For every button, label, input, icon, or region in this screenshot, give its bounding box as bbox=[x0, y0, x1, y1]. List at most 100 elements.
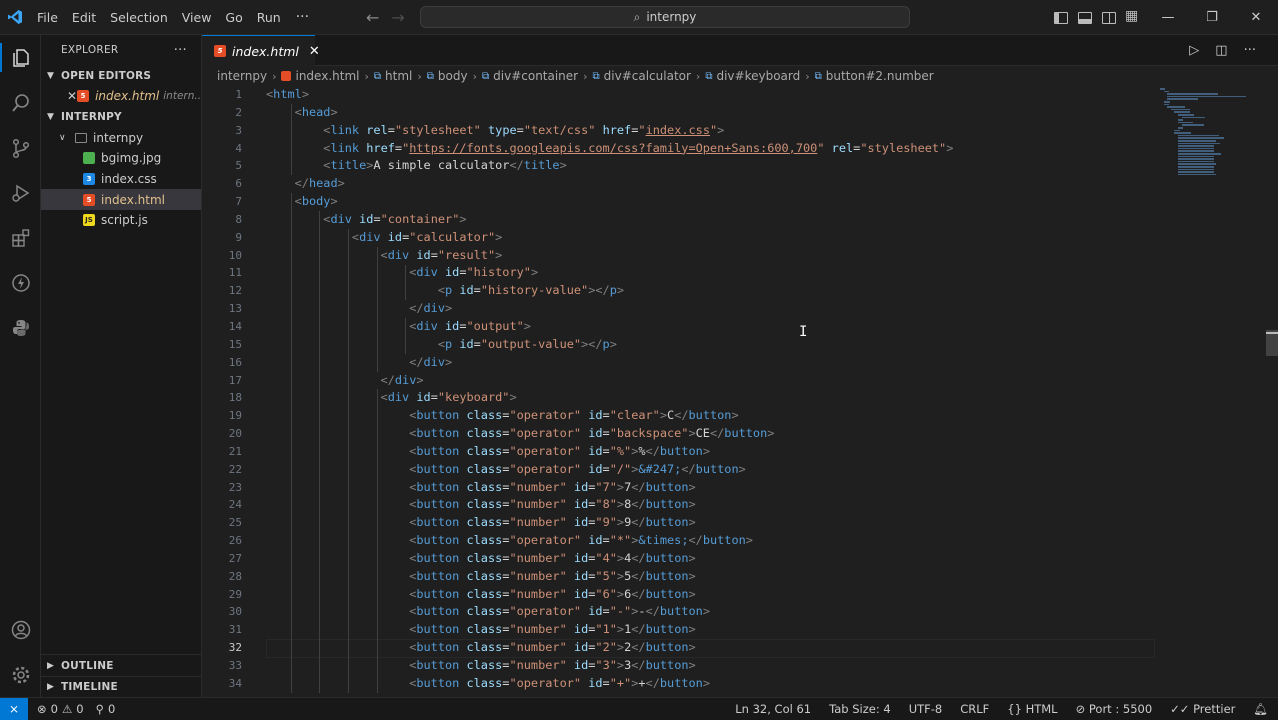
code-line[interactable]: <button class="number" id="4">4</button> bbox=[266, 550, 1166, 568]
end-of-line[interactable]: CRLF bbox=[960, 702, 989, 716]
code-line[interactable]: <button class="number" id="7">7</button> bbox=[266, 479, 1166, 497]
code-line[interactable]: </div> bbox=[266, 372, 1166, 390]
outline-section[interactable]: ▶ OUTLINE bbox=[41, 655, 201, 676]
breadcrumb-item[interactable]: body bbox=[438, 69, 468, 83]
menu-view[interactable]: View bbox=[175, 0, 219, 35]
code-line[interactable]: <button class="number" id="5">5</button> bbox=[266, 568, 1166, 586]
tab-index-html[interactable]: 5 index.html ✕ bbox=[202, 35, 320, 66]
file-item-index-html[interactable]: 5 index.html bbox=[41, 189, 201, 210]
code-line[interactable]: <button class="operator" id="-">-</butto… bbox=[266, 603, 1166, 621]
breadcrumb-item[interactable]: internpy bbox=[217, 69, 267, 83]
live-server-port[interactable]: ⊘ Port : 5500 bbox=[1076, 702, 1153, 716]
code-line[interactable]: </div> bbox=[266, 354, 1166, 372]
python-icon[interactable] bbox=[0, 305, 41, 350]
minimap[interactable] bbox=[1160, 86, 1260, 186]
code-line[interactable]: <title>A simple calculator</title> bbox=[266, 157, 1166, 175]
code-line[interactable]: <button class="operator" id="backspace">… bbox=[266, 425, 1166, 443]
remote-indicator-icon[interactable]: ⨯ bbox=[0, 698, 28, 720]
minimize-icon[interactable]: — bbox=[1146, 0, 1190, 35]
code-line[interactable]: <button class="number" id="1">1</button> bbox=[266, 621, 1166, 639]
open-editor-item[interactable]: ✕ 5 index.html intern... bbox=[41, 86, 201, 107]
breadcrumb-item[interactable]: html bbox=[385, 69, 412, 83]
code-line[interactable]: </head> bbox=[266, 175, 1166, 193]
code-lines[interactable]: <html> <head> <link rel="stylesheet" typ… bbox=[266, 86, 1166, 693]
account-icon[interactable] bbox=[0, 607, 41, 652]
live-share-icon[interactable] bbox=[0, 260, 41, 305]
file-item-script-js[interactable]: JS script.js bbox=[41, 210, 201, 231]
code-line[interactable]: <div id="calculator"> bbox=[266, 229, 1166, 247]
close-window-icon[interactable]: ✕ bbox=[1234, 0, 1278, 35]
command-center-search[interactable]: ⌕ internpy bbox=[420, 6, 910, 28]
code-line[interactable]: <button class="operator" id="*">&times;<… bbox=[266, 532, 1166, 550]
code-line[interactable]: <div id="history"> bbox=[266, 264, 1166, 282]
menu-go[interactable]: Go bbox=[218, 0, 249, 35]
editor-more-icon[interactable]: ··· bbox=[1244, 43, 1256, 58]
code-line[interactable]: </div> bbox=[266, 300, 1166, 318]
code-line[interactable]: <link rel="stylesheet" type="text/css" h… bbox=[266, 122, 1166, 140]
notifications-bell-icon[interactable]: 🔔︎ bbox=[1253, 702, 1268, 716]
code-line[interactable]: <head> bbox=[266, 104, 1166, 122]
breadcrumb-item[interactable]: div#container bbox=[493, 69, 578, 83]
split-editor-icon[interactable]: ◫ bbox=[1215, 43, 1227, 58]
code-line[interactable]: <button class="operator" id="/">&#247;</… bbox=[266, 461, 1166, 479]
back-arrow-icon[interactable]: ← bbox=[366, 8, 379, 27]
problems-indicator[interactable]: ⊗ 0 ⚠ 0 bbox=[37, 702, 84, 716]
breadcrumb-item[interactable]: button#2.number bbox=[826, 69, 934, 83]
code-line[interactable]: <button class="number" id="2">2</button> bbox=[266, 639, 1166, 658]
code-line[interactable]: <button class="number" id="6">6</button> bbox=[266, 586, 1166, 604]
code-line[interactable]: <button class="number" id="3">3</button> bbox=[266, 657, 1166, 675]
code-line[interactable]: <button class="number" id="9">9</button> bbox=[266, 514, 1166, 532]
toggle-secondary-sidebar-icon[interactable] bbox=[1102, 11, 1116, 24]
code-line[interactable]: <div id="output"> bbox=[266, 318, 1166, 336]
cursor-position[interactable]: Ln 32, Col 61 bbox=[735, 702, 811, 716]
language-mode[interactable]: {} HTML bbox=[1007, 702, 1057, 716]
code-line[interactable]: <link href="https://fonts.googleapis.com… bbox=[266, 140, 1166, 158]
breadcrumb-item[interactable]: div#calculator bbox=[604, 69, 691, 83]
close-editor-icon[interactable]: ✕ bbox=[67, 89, 77, 103]
menu-selection[interactable]: Selection bbox=[103, 0, 175, 35]
code-line[interactable]: <button class="operator" id="clear">C</b… bbox=[266, 407, 1166, 425]
prettier-status[interactable]: ✓✓ Prettier bbox=[1170, 702, 1235, 716]
timeline-section[interactable]: ▶ TIMELINE bbox=[41, 676, 201, 697]
line-number: 11 bbox=[228, 266, 242, 280]
menu-more-button[interactable]: ··· bbox=[288, 9, 317, 25]
run-file-icon[interactable]: ▷ bbox=[1189, 43, 1199, 58]
open-editors-section[interactable]: ▼ OPEN EDITORS bbox=[41, 65, 201, 86]
code-line[interactable]: <div id="container"> bbox=[266, 211, 1166, 229]
code-line[interactable]: <p id="output-value"></p> bbox=[266, 336, 1166, 354]
search-icon[interactable] bbox=[0, 80, 41, 125]
encoding[interactable]: UTF-8 bbox=[909, 702, 943, 716]
file-item-index-css[interactable]: 3 index.css bbox=[41, 169, 201, 190]
breadcrumb-item[interactable]: div#keyboard bbox=[716, 69, 800, 83]
explorer-more-button[interactable]: ··· bbox=[174, 43, 187, 58]
code-line[interactable]: <div id="result"> bbox=[266, 247, 1166, 265]
explorer-icon[interactable] bbox=[0, 35, 41, 80]
code-line[interactable]: <button class="operator" id="%">%</butto… bbox=[266, 443, 1166, 461]
customize-layout-icon[interactable] bbox=[1125, 8, 1140, 24]
toggle-primary-sidebar-icon[interactable] bbox=[1054, 11, 1068, 24]
source-control-icon[interactable] bbox=[0, 125, 41, 170]
code-line[interactable]: <body> bbox=[266, 193, 1166, 211]
breadcrumb-item[interactable]: index.html bbox=[295, 69, 359, 83]
code-editor[interactable]: 1 2 3 4 5 6 7 8 9 10 11 12 13 14 15 16 17 18 19 20 21 22 23 24 2… bbox=[202, 86, 1278, 697]
restore-icon[interactable]: ❐ bbox=[1190, 0, 1234, 35]
manage-gear-icon[interactable] bbox=[0, 652, 41, 697]
run-and-debug-icon[interactable] bbox=[0, 170, 41, 215]
file-item-bgimg[interactable]: bgimg.jpg bbox=[41, 148, 201, 169]
code-line[interactable]: <div id="keyboard"> bbox=[266, 389, 1166, 407]
code-line[interactable]: <button class="operator" id="+">+</butto… bbox=[266, 675, 1166, 693]
code-line[interactable]: <p id="history-value"></p> bbox=[266, 282, 1166, 300]
folder-item[interactable]: ∨ internpy bbox=[41, 128, 201, 149]
extensions-icon[interactable] bbox=[0, 215, 41, 260]
close-tab-icon[interactable]: ✕ bbox=[309, 44, 320, 59]
forward-arrow-icon[interactable]: → bbox=[391, 8, 404, 27]
ports-indicator[interactable]: ⚲ 0 bbox=[96, 702, 116, 716]
code-line[interactable]: <html> bbox=[266, 86, 1166, 104]
menu-file[interactable]: File bbox=[30, 0, 65, 35]
menu-edit[interactable]: Edit bbox=[65, 0, 103, 35]
toggle-panel-icon[interactable] bbox=[1078, 11, 1092, 24]
menu-run[interactable]: Run bbox=[250, 0, 288, 35]
tab-size[interactable]: Tab Size: 4 bbox=[829, 702, 891, 716]
code-line[interactable]: <button class="number" id="8">8</button> bbox=[266, 496, 1166, 514]
project-section[interactable]: ▼ INTERNPY bbox=[41, 107, 201, 128]
